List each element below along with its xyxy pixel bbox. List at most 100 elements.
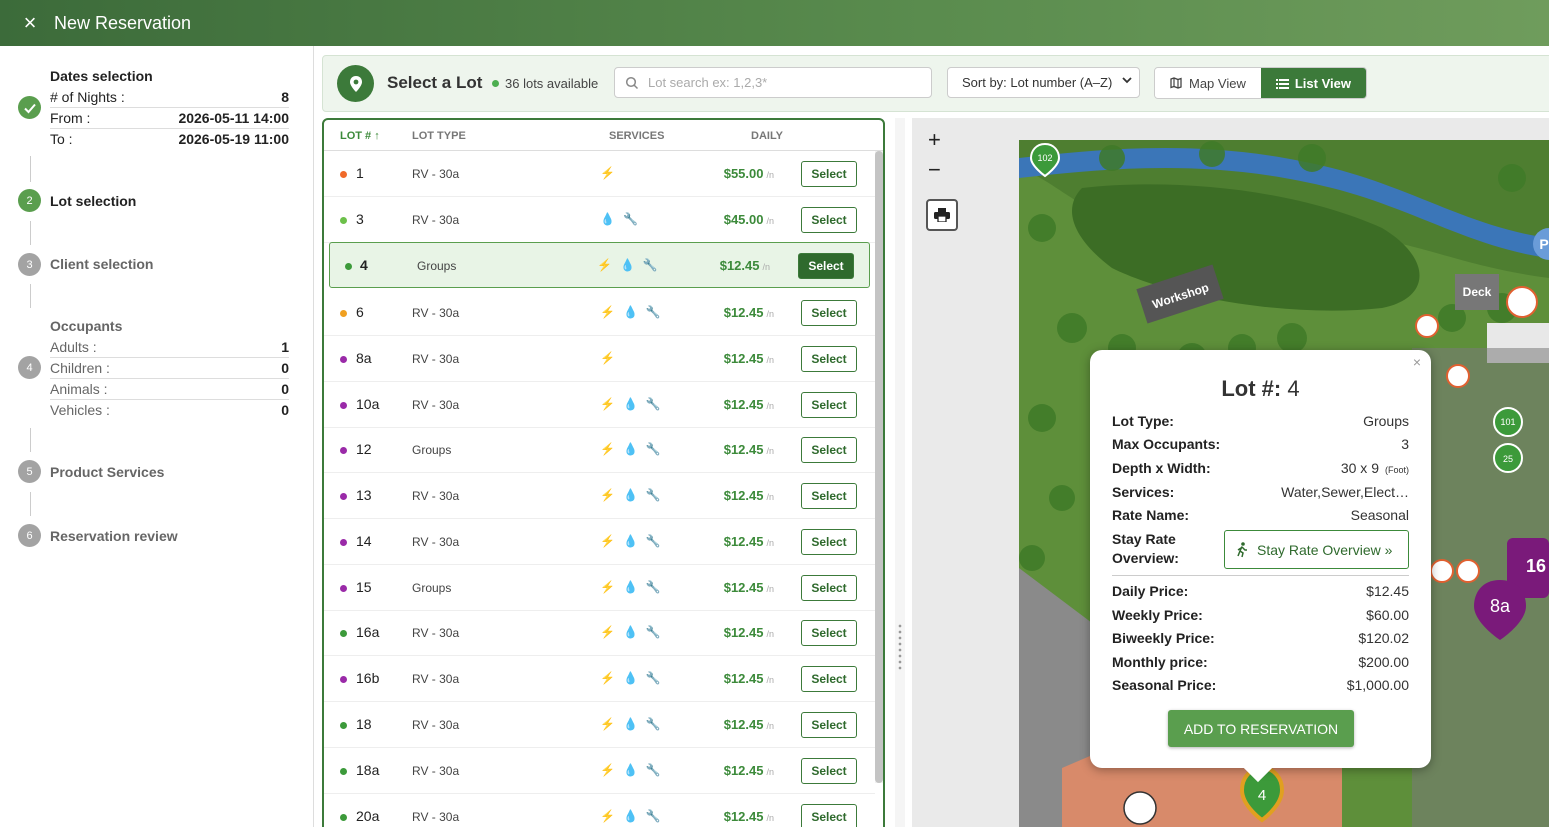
select-button[interactable]: Select bbox=[801, 666, 857, 692]
column-lot-number[interactable]: LOT # ↑ bbox=[340, 130, 380, 142]
status-dot bbox=[340, 402, 347, 409]
daily-price: $12.45/n bbox=[684, 305, 774, 320]
from-label: From : bbox=[50, 110, 91, 126]
select-button[interactable]: Select bbox=[801, 207, 857, 233]
lot-8a-marker[interactable]: 8a bbox=[1490, 596, 1511, 616]
zoom-controls: + − bbox=[928, 125, 941, 185]
lots-available-text: 36 lots available bbox=[505, 76, 599, 91]
scrollbar[interactable] bbox=[875, 151, 883, 783]
table-row[interactable]: 18 RV - 30a ⚡ 💧 🔧 $12.45/n Select bbox=[324, 702, 875, 748]
vehicles-value: 0 bbox=[281, 402, 289, 418]
status-dot bbox=[340, 676, 347, 683]
table-row[interactable]: 10a RV - 30a ⚡ 💧 🔧 $12.45/n Select bbox=[324, 382, 875, 428]
table-row[interactable]: 16a RV - 30a ⚡ 💧 🔧 $12.45/n Select bbox=[324, 610, 875, 656]
lot-101-marker[interactable]: 101 bbox=[1500, 417, 1515, 427]
panel-splitter[interactable] bbox=[895, 118, 905, 827]
lot-details-popup: × Lot #: 4 Lot Type: Groups Max Occupants… bbox=[1090, 350, 1431, 783]
table-row[interactable]: 15 Groups ⚡ 💧 🔧 $12.45/n Select bbox=[324, 565, 875, 611]
table-row[interactable]: 8a RV - 30a ⚡ $12.45/n Select bbox=[324, 336, 875, 382]
scrollbar-thumb[interactable] bbox=[875, 151, 883, 783]
services-icons: 💧 🔧 bbox=[600, 212, 638, 226]
step-product-services[interactable]: Product Services bbox=[50, 464, 164, 480]
select-button[interactable]: Select bbox=[801, 483, 857, 509]
depth-width-row: Depth x Width: 30 x 9 (Foot) bbox=[1112, 460, 1409, 476]
table-row[interactable]: 14 RV - 30a ⚡ 💧 🔧 $12.45/n Select bbox=[324, 519, 875, 565]
select-button[interactable]: Select bbox=[801, 437, 857, 463]
lot-type: RV - 30a bbox=[412, 306, 460, 320]
drag-handle-icon[interactable] bbox=[898, 623, 902, 671]
select-button[interactable]: Select bbox=[801, 804, 857, 827]
lot-type-label: Lot Type: bbox=[1112, 413, 1174, 429]
lot-search-input[interactable] bbox=[648, 75, 928, 90]
select-button[interactable]: Select bbox=[801, 392, 857, 418]
lot-102-marker[interactable]: 102 bbox=[1037, 153, 1052, 163]
select-button[interactable]: Select bbox=[801, 300, 857, 326]
lot-search-field[interactable] bbox=[614, 67, 932, 98]
app-header: × New Reservation bbox=[0, 0, 1549, 46]
step-reservation-review[interactable]: Reservation review bbox=[50, 528, 178, 544]
sewer-icon: 🔧 bbox=[645, 671, 661, 685]
table-row[interactable]: 1 RV - 30a ⚡ $55.00/n Select bbox=[324, 151, 875, 197]
select-button[interactable]: Select bbox=[801, 529, 857, 555]
table-row[interactable]: 12 Groups ⚡ 💧 🔧 $12.45/n Select bbox=[324, 427, 875, 473]
select-button[interactable]: Select bbox=[801, 620, 857, 646]
map-view-button[interactable]: Map View bbox=[1155, 68, 1261, 98]
lot-type: RV - 30a bbox=[412, 810, 460, 824]
daily-price: $12.45/n bbox=[680, 258, 770, 273]
step-occupants[interactable]: Occupants bbox=[50, 318, 122, 334]
price-value: $12.45 bbox=[723, 671, 764, 686]
water-drop-icon: 💧 bbox=[622, 809, 638, 823]
biweekly-price-value: $120.02 bbox=[1358, 630, 1409, 646]
water-drop-icon: 💧 bbox=[622, 397, 638, 411]
water-drop-icon: 💧 bbox=[622, 534, 638, 548]
animals-row: Animals : 0 bbox=[50, 379, 289, 400]
rate-name-row: Rate Name: Seasonal bbox=[1112, 507, 1409, 523]
table-row[interactable]: 20a RV - 30a ⚡ 💧 🔧 $12.45/n Select bbox=[324, 794, 875, 827]
sewer-icon: 🔧 bbox=[622, 212, 638, 226]
page-title: New Reservation bbox=[54, 12, 192, 33]
table-row[interactable]: 18a RV - 30a ⚡ 💧 🔧 $12.45/n Select bbox=[324, 748, 875, 794]
lot-25-marker[interactable]: 25 bbox=[1503, 454, 1513, 464]
daily-price-row: Daily Price: $12.45 bbox=[1112, 583, 1409, 599]
services-label: Services: bbox=[1112, 484, 1175, 500]
select-button[interactable]: Select bbox=[801, 758, 857, 784]
table-row[interactable]: 16b RV - 30a ⚡ 💧 🔧 $12.45/n Select bbox=[324, 656, 875, 702]
price-value: $12.45 bbox=[723, 488, 764, 503]
lot-number: 18 bbox=[356, 716, 372, 732]
lot-type: Groups bbox=[417, 259, 457, 273]
zoom-in-button[interactable]: + bbox=[928, 125, 941, 155]
reservation-stepper: Dates selection # of Nights :8 From :202… bbox=[0, 46, 314, 827]
sort-select[interactable]: Sort by: Lot number (A–Z) bbox=[947, 67, 1140, 98]
step-lot-selection[interactable]: Lot selection bbox=[50, 193, 136, 209]
lot-4-marker[interactable]: 4 bbox=[1258, 787, 1266, 804]
table-row[interactable]: 3 RV - 30a 💧 🔧 $45.00/n Select bbox=[324, 197, 875, 243]
step-dates-title[interactable]: Dates selection bbox=[50, 68, 153, 84]
water-drop-icon: 💧 bbox=[622, 442, 638, 456]
select-button[interactable]: Select bbox=[798, 253, 854, 279]
lot-number: 13 bbox=[356, 487, 372, 503]
close-icon[interactable]: × bbox=[19, 12, 41, 34]
table-row[interactable]: 6 RV - 30a ⚡ 💧 🔧 $12.45/n Select bbox=[324, 290, 875, 336]
add-to-reservation-button[interactable]: ADD TO RESERVATION bbox=[1168, 710, 1354, 747]
stay-rate-overview-button[interactable]: Stay Rate Overview » bbox=[1224, 530, 1409, 569]
select-button[interactable]: Select bbox=[801, 161, 857, 187]
select-button[interactable]: Select bbox=[801, 346, 857, 372]
table-row[interactable]: 13 RV - 30a ⚡ 💧 🔧 $12.45/n Select bbox=[324, 473, 875, 519]
select-button[interactable]: Select bbox=[801, 712, 857, 738]
per-night-suffix: /n bbox=[762, 262, 770, 272]
table-row[interactable]: 4 Groups ⚡ 💧 🔧 $12.45/n Select bbox=[329, 242, 870, 288]
lot-type: RV - 30a bbox=[412, 626, 460, 640]
print-button[interactable] bbox=[926, 199, 958, 231]
adults-row: Adults : 1 bbox=[50, 337, 289, 358]
per-night-suffix: /n bbox=[766, 401, 774, 411]
select-button[interactable]: Select bbox=[801, 575, 857, 601]
parking-label: P bbox=[1539, 236, 1548, 252]
sewer-icon: 🔧 bbox=[645, 442, 661, 456]
popup-close-icon[interactable]: × bbox=[1413, 354, 1421, 370]
zoom-out-button[interactable]: − bbox=[928, 155, 941, 185]
list-view-button[interactable]: List View bbox=[1260, 68, 1366, 98]
depth-width-label: Depth x Width: bbox=[1112, 460, 1211, 476]
step-number: 5 bbox=[18, 460, 41, 483]
step-client-selection[interactable]: Client selection bbox=[50, 256, 153, 272]
lot-type: RV - 30a bbox=[412, 213, 460, 227]
